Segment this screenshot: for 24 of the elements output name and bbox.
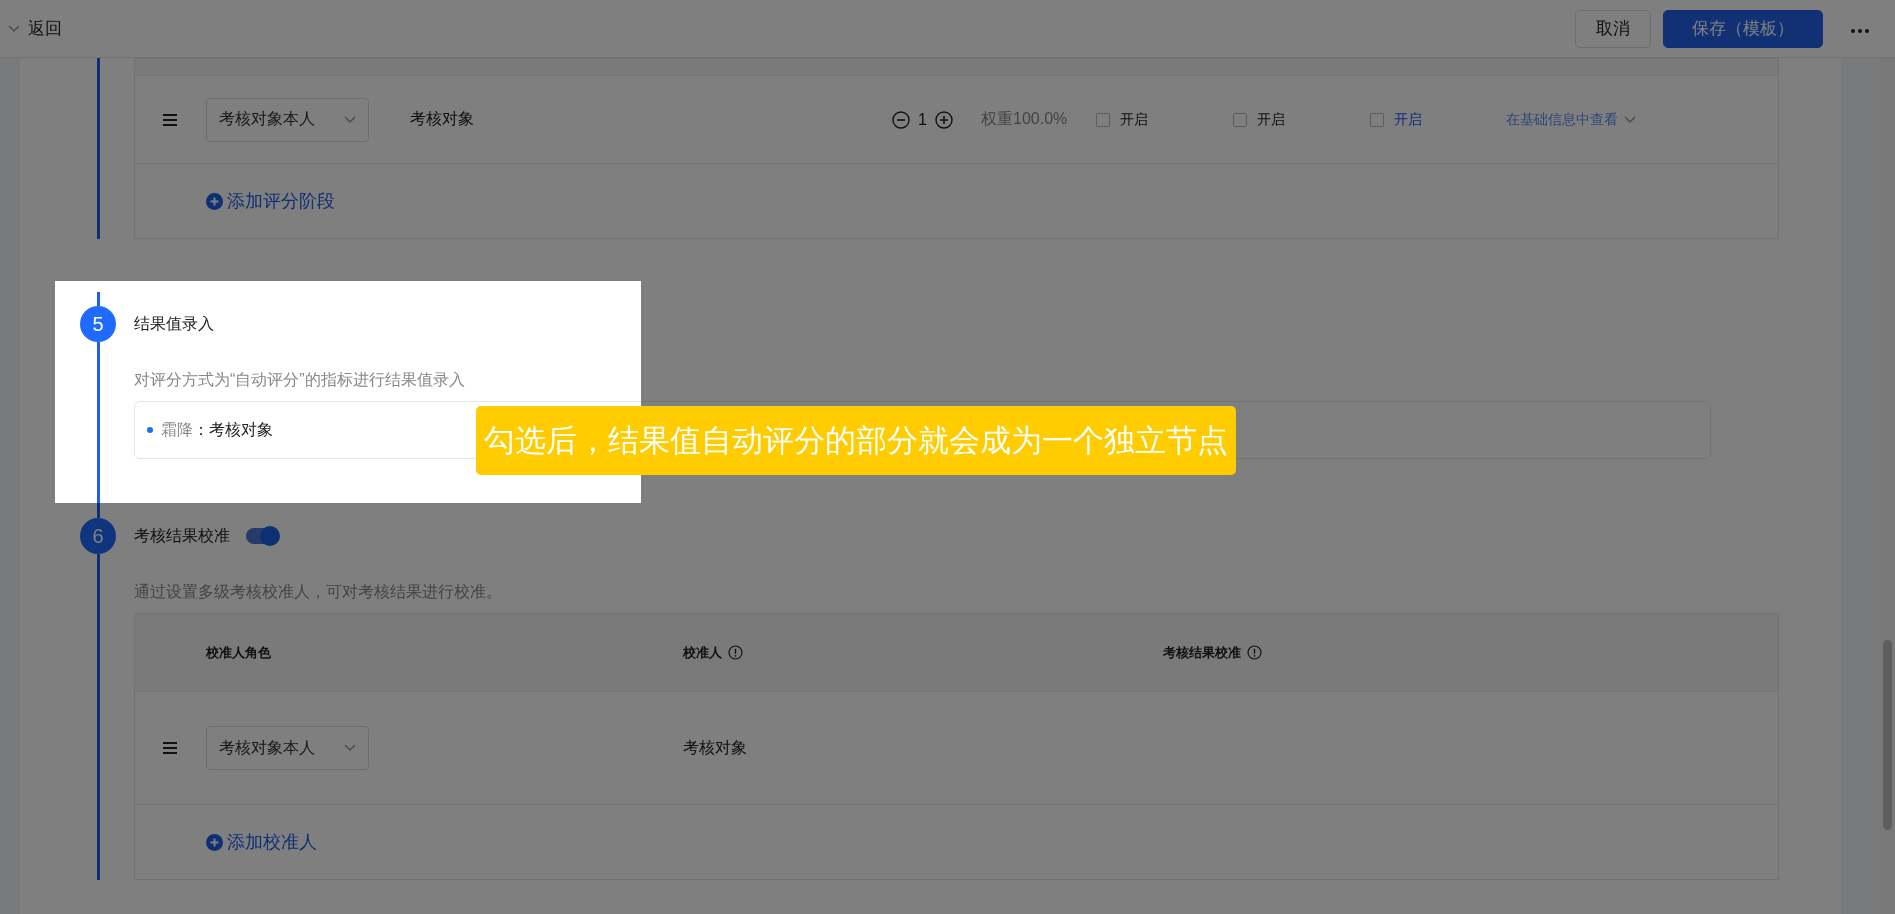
column-header: 校准人角色	[206, 643, 271, 662]
step-description: 通过设置多级考核校准人，可对考核结果进行校准。	[134, 582, 503, 602]
step-description: 对评分方式为“自动评分”的指标进行结果值录入	[134, 370, 466, 390]
save-button[interactable]: 保存（模板）	[1663, 9, 1823, 48]
view-link[interactable]: 在基础信息中查看	[1506, 110, 1778, 129]
step-title: 结果值录入	[134, 313, 214, 334]
table-cell-text: 考核对象	[410, 109, 475, 129]
checkbox-label[interactable]: 开启	[1394, 110, 1422, 129]
cancel-button[interactable]: 取消	[1575, 9, 1651, 48]
role-select[interactable]: 考核对象本人	[206, 726, 369, 770]
step-number: 6	[80, 518, 116, 554]
weight-text: 权重100.0%	[981, 109, 1069, 129]
table-cell-text: 考核对象	[683, 737, 748, 758]
step-title: 考核结果校准	[134, 525, 230, 546]
count-value: 1	[918, 110, 927, 129]
back-link[interactable]: 返回	[8, 17, 62, 40]
step-number: 5	[80, 306, 116, 342]
column-header: 校准人	[683, 643, 722, 662]
entry-text: 霜降：考核对象	[161, 419, 273, 440]
column-header: 考核结果校准	[1163, 643, 1241, 662]
checkbox-label: 开启	[1120, 110, 1148, 129]
role-select[interactable]: 考核对象本人	[206, 97, 369, 142]
checkbox-label: 开启	[1257, 110, 1285, 129]
callout-label: 勾选后，结果值自动评分的部分就会成为一个独立节点	[476, 406, 1236, 475]
